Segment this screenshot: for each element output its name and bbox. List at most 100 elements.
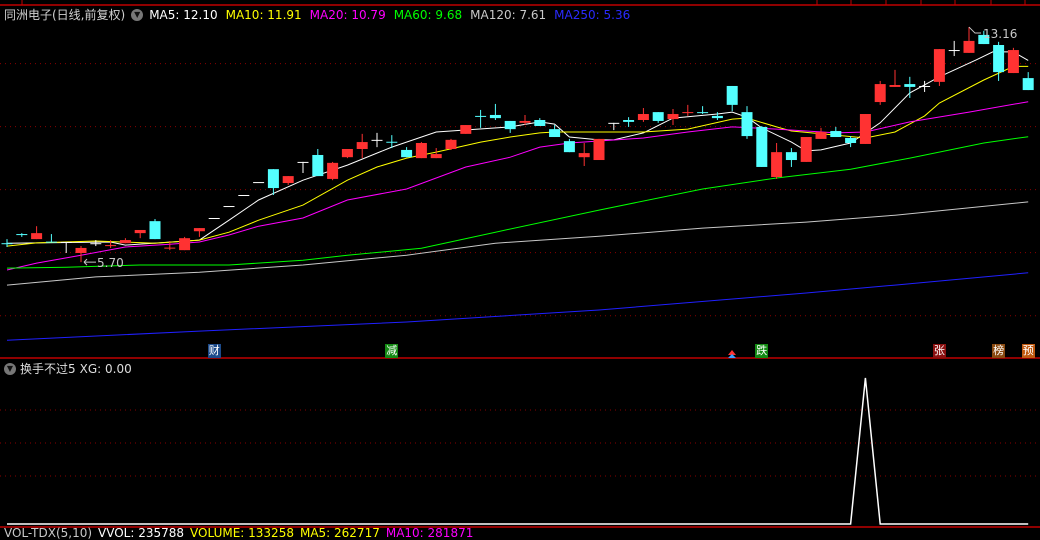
candle-body <box>356 142 368 149</box>
signal-marker[interactable]: 榜 <box>992 344 1006 358</box>
ma-line-ma250 <box>6 272 1029 341</box>
candle <box>282 176 294 185</box>
candle <box>608 122 620 131</box>
ma-legend-item: MA60: 9.68 <box>393 8 463 22</box>
annotation-arrow <box>83 258 96 266</box>
candle-body <box>208 218 220 220</box>
candle <box>637 108 649 122</box>
candle-body <box>800 137 812 162</box>
candle <box>874 80 886 105</box>
ma-legend-item: MA10: 11.91 <box>225 8 302 22</box>
candle-body <box>341 148 353 158</box>
candle <box>45 234 57 243</box>
candle-body <box>741 112 753 137</box>
candle <box>859 114 871 144</box>
ma-legend-item: MA120: 7.61 <box>470 8 547 22</box>
candle-body <box>874 84 886 103</box>
candle-body <box>1 243 13 245</box>
candle-body <box>726 85 738 105</box>
candle-body <box>164 247 176 249</box>
candle <box>771 143 783 179</box>
candle-body <box>637 114 649 121</box>
candle-body <box>697 112 709 114</box>
candle <box>475 109 487 128</box>
candle-body <box>667 114 679 120</box>
candle-body <box>593 138 605 161</box>
chevron-down-icon[interactable]: ▼ <box>131 9 144 21</box>
candle-body <box>608 122 620 124</box>
indicator-title[interactable]: 换手不过5 <box>20 360 76 377</box>
signal-marker[interactable]: 预 <box>1021 344 1035 358</box>
candle-body <box>1007 50 1019 74</box>
volume-legend-item: MA5: 262717 <box>299 526 380 540</box>
candle <box>356 133 368 159</box>
candle-body <box>238 195 250 197</box>
chart-header: 同洲电子(日线,前复权) ▼ MA5: 12.10 MA10: 11.91 MA20… <box>4 7 630 23</box>
candle-body <box>460 125 472 134</box>
signal-marker[interactable]: 减 <box>385 344 399 358</box>
candle <box>371 132 383 148</box>
candle <box>60 241 72 253</box>
candle-body <box>60 241 72 243</box>
candle <box>623 117 635 127</box>
candle-body <box>45 241 57 243</box>
indicator-pane <box>7 377 1029 525</box>
candle-body <box>223 206 235 208</box>
candle <box>1022 72 1034 91</box>
price-chart[interactable]: 13.16 5.70 <box>0 0 1040 534</box>
candle <box>697 106 709 115</box>
candle-body <box>149 221 161 240</box>
volume-header: VOL-TDX(5,10) VVOL: 235788 VOLUME: 133258 M… <box>4 526 473 540</box>
candle <box>667 108 679 126</box>
signal-marker[interactable]: 张 <box>932 344 946 358</box>
ma-line-ma120 <box>6 201 1029 286</box>
candle <box>149 218 161 240</box>
ma-legend-item: MA20: 10.79 <box>309 8 386 22</box>
candle-body <box>578 153 590 158</box>
candle-body <box>845 137 857 144</box>
candle-body <box>267 169 279 189</box>
candle <box>460 125 472 134</box>
signal-marker[interactable]: 跌 <box>755 344 769 358</box>
candle-body <box>371 139 383 141</box>
annotation-label: 5.70 <box>97 256 124 270</box>
candle <box>682 104 694 116</box>
candle <box>193 228 205 237</box>
signal-marker[interactable]: 财 <box>207 344 221 358</box>
candle-body <box>993 45 1005 73</box>
candle-body <box>815 131 827 139</box>
candle <box>785 148 797 167</box>
candle-body <box>563 141 575 153</box>
volume-legend-item: MA10: 281871 <box>385 526 474 540</box>
candle <box>415 142 427 159</box>
candle <box>327 161 339 181</box>
candle-body <box>919 85 931 87</box>
candle-body <box>785 152 797 161</box>
chevron-down-icon[interactable]: ▼ <box>4 362 16 375</box>
volume-legend-item: VOLUME: 133258 <box>190 526 294 540</box>
candle-body <box>889 85 901 87</box>
stock-title[interactable]: 同洲电子(日线,前复权) <box>4 7 125 23</box>
candle-body <box>401 149 413 158</box>
candle <box>401 147 413 158</box>
ma-legend-item: MA5: 12.10 <box>149 8 218 22</box>
candle <box>179 236 191 251</box>
candle <box>563 138 575 153</box>
candle-body <box>859 114 871 144</box>
candle-body <box>105 245 117 247</box>
candle <box>341 148 353 159</box>
candle <box>815 127 827 139</box>
indicator-value: XG: 0.00 <box>79 361 132 376</box>
volume-legend-item: VOL-TDX(5,10) <box>4 526 93 540</box>
ma-legend-item: MA250: 5.36 <box>554 8 631 22</box>
candle-body <box>16 234 28 236</box>
indicator-header: ▼ 换手不过5 XG: 0.00 <box>4 360 132 377</box>
candle-body <box>282 176 294 184</box>
ma-legend: MA5: 12.10 MA10: 11.91 MA20: 10.79 MA60: 9.… <box>149 7 630 23</box>
candle <box>948 40 960 57</box>
candle <box>134 229 146 239</box>
candle-body <box>682 112 694 114</box>
candle-body <box>430 154 442 159</box>
candle <box>845 136 857 148</box>
candle-body <box>830 131 842 138</box>
